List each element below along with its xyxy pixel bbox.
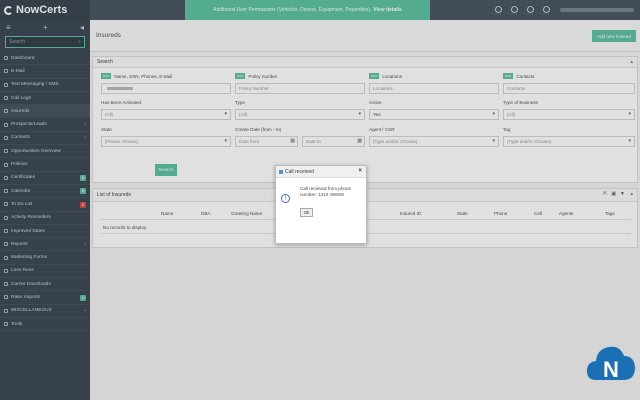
dialog-header: Call received × <box>276 166 366 178</box>
info-icon: ! <box>281 194 290 203</box>
ok-button[interactable]: Ok <box>300 208 313 217</box>
call-received-dialog: Call received × ! Call received from pho… <box>275 165 367 244</box>
dialog-title: Call received <box>285 168 314 175</box>
svg-text:N: N <box>603 357 619 382</box>
window-icon <box>279 169 283 174</box>
close-icon[interactable]: × <box>358 168 362 174</box>
dialog-message: Call received from phone number: 1310 <box>300 186 362 198</box>
nowcerts-cloud-icon[interactable]: N <box>586 340 636 386</box>
blurred-number <box>330 193 345 196</box>
